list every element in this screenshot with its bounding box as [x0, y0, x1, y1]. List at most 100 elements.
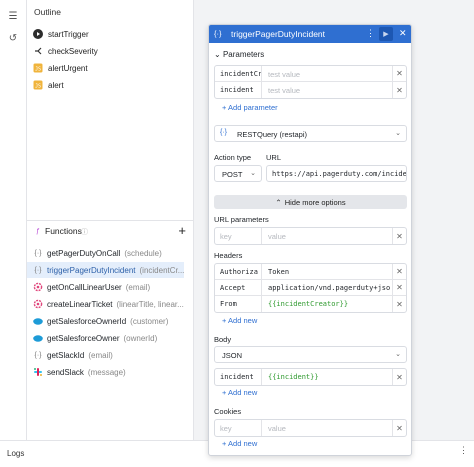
- outline-item-label: alertUrgent: [48, 63, 88, 73]
- chevron-down-icon: ⌄: [395, 351, 401, 358]
- action-type-label: Action type: [214, 153, 252, 162]
- outline-item-checkseverity[interactable]: checkSeverity: [33, 44, 98, 58]
- gear-icon: [33, 282, 43, 292]
- functions-title: Functions: [45, 226, 82, 236]
- function-item-triggerpagerdutyincident[interactable]: {·} triggerPagerDutyIncident (incidentCr.…: [27, 262, 184, 278]
- braces-icon: {·}: [34, 266, 42, 274]
- outline-title: Outline: [34, 7, 61, 17]
- table-row: Authoriza Token ✕: [215, 264, 406, 280]
- resize-handle-icon[interactable]: ⋮: [459, 445, 468, 456]
- close-icon[interactable]: ✕: [399, 28, 407, 39]
- outline-panel: Outline startTrigger checkSeverity JS al…: [27, 0, 194, 440]
- parameter-test-value-input[interactable]: test value: [262, 66, 392, 81]
- history-icon[interactable]: ↺: [7, 32, 19, 44]
- salesforce-icon: [33, 316, 43, 326]
- cookie-value-input[interactable]: value: [262, 420, 392, 436]
- remove-row-icon[interactable]: ✕: [392, 66, 406, 81]
- add-function-button[interactable]: +: [178, 223, 186, 238]
- remove-row-icon[interactable]: ✕: [392, 280, 406, 295]
- action-type-select[interactable]: POST ⌄: [214, 165, 262, 182]
- header-value-input[interactable]: application/vnd.pagerduty+jso: [262, 280, 392, 295]
- header-value-input[interactable]: Token: [262, 264, 392, 279]
- remove-row-icon[interactable]: ✕: [392, 264, 406, 279]
- outline-item-starttrigger[interactable]: startTrigger: [33, 27, 89, 41]
- run-button[interactable]: ▶: [379, 27, 393, 41]
- remove-row-icon[interactable]: ✕: [392, 228, 406, 244]
- function-item-getoncalllinearuser[interactable]: getOnCallLinearUser (email): [27, 279, 184, 295]
- add-header-button[interactable]: + Add new: [222, 316, 257, 325]
- body-label: Body: [214, 335, 232, 344]
- cookie-key-input[interactable]: key: [215, 420, 262, 436]
- table-row: key value ✕: [215, 228, 406, 244]
- functions-header: ƒ Functions ⓘ +: [27, 220, 194, 240]
- braces-icon: {·}: [34, 351, 42, 359]
- outline-item-alerturgent[interactable]: JS alertUrgent: [33, 61, 88, 75]
- outline-item-label: startTrigger: [48, 29, 89, 39]
- parameter-name-input[interactable]: incidentCr: [215, 66, 262, 81]
- chevron-up-icon: ⌃: [275, 197, 282, 207]
- function-item-getsalesforceownerid[interactable]: getSalesforceOwnerId (customer): [27, 313, 184, 329]
- headers-table: Authoriza Token ✕ Accept application/vnd…: [214, 263, 407, 313]
- remove-row-icon[interactable]: ✕: [392, 420, 406, 436]
- url-param-key-input[interactable]: key: [215, 228, 262, 244]
- url-input[interactable]: https://api.pagerduty.com/incidents: [266, 165, 407, 182]
- panel-header: {·} triggerPagerDutyIncident ⋮ ▶ ✕: [209, 25, 411, 43]
- resource-select[interactable]: {·} RESTQuery (restapi) ⌄: [214, 125, 407, 142]
- parameters-table: incidentCr test value ✕ incident test va…: [214, 65, 407, 99]
- script-icon: JS: [33, 80, 43, 90]
- parameter-test-value-input[interactable]: test value: [262, 82, 392, 98]
- chevron-down-icon: ⌄: [395, 130, 401, 137]
- outline-item-label: checkSeverity: [48, 46, 98, 56]
- url-param-value-input[interactable]: value: [262, 228, 392, 244]
- function-item-createlinearticket[interactable]: createLinearTicket (linearTitle, linear..…: [27, 296, 184, 312]
- function-icon: ƒ: [36, 227, 40, 235]
- body-table: incident {{incident}} ✕: [214, 368, 407, 386]
- add-parameter-button[interactable]: + Add parameter: [222, 103, 278, 112]
- menu-icon[interactable]: ☰: [7, 10, 19, 22]
- parameters-section-header[interactable]: ⌄ Parameters: [214, 50, 264, 59]
- left-rail: ☰ ↺: [0, 0, 27, 440]
- braces-icon: {·}: [220, 129, 228, 136]
- logs-tab[interactable]: Logs: [7, 449, 24, 458]
- parameter-name-input[interactable]: incident: [215, 82, 262, 98]
- url-label: URL: [266, 153, 282, 162]
- script-icon: JS: [33, 63, 43, 73]
- body-type-select[interactable]: JSON ⌄: [214, 346, 407, 363]
- add-body-row-button[interactable]: + Add new: [222, 388, 257, 397]
- svg-text:JS: JS: [35, 67, 41, 73]
- gear-icon: [33, 299, 43, 309]
- table-row: Accept application/vnd.pagerduty+jso ✕: [215, 280, 406, 296]
- header-key-input[interactable]: Authoriza: [215, 264, 262, 279]
- table-row: incidentCr test value ✕: [215, 66, 406, 82]
- outline-item-alert[interactable]: JS alert: [33, 78, 64, 92]
- hide-more-options-button[interactable]: ⌃ Hide more options: [214, 195, 407, 209]
- branch-icon: [33, 46, 43, 56]
- cookies-label: Cookies: [214, 407, 242, 416]
- remove-row-icon[interactable]: ✕: [392, 369, 406, 385]
- table-row: From {{incidentCreator}} ✕: [215, 296, 406, 312]
- url-parameters-table: key value ✕: [214, 227, 407, 245]
- info-icon[interactable]: ⓘ: [81, 227, 88, 237]
- outline-item-label: alert: [48, 80, 64, 90]
- body-key-input[interactable]: incident: [215, 369, 262, 385]
- url-parameters-label: URL parameters: [214, 215, 269, 224]
- svg-text:JS: JS: [35, 84, 41, 90]
- function-item-getpagerdutyoncall[interactable]: {·} getPagerDutyOnCall (schedule): [27, 245, 184, 261]
- header-value-input[interactable]: {{incidentCreator}}: [262, 296, 392, 312]
- table-row: incident test value ✕: [215, 82, 406, 98]
- function-item-sendslack[interactable]: sendSlack (message): [27, 364, 184, 380]
- remove-row-icon[interactable]: ✕: [392, 296, 406, 312]
- header-key-input[interactable]: Accept: [215, 280, 262, 295]
- add-cookie-button[interactable]: + Add new: [222, 439, 257, 448]
- headers-label: Headers: [214, 251, 243, 260]
- function-item-getsalesforceowner[interactable]: getSalesforceOwner (ownerId): [27, 330, 184, 346]
- cookies-table: key value ✕: [214, 419, 407, 437]
- braces-icon: {·}: [214, 29, 222, 38]
- play-circle-icon: [33, 29, 43, 39]
- remove-row-icon[interactable]: ✕: [392, 82, 406, 98]
- header-key-input[interactable]: From: [215, 296, 262, 312]
- function-item-getslackid[interactable]: {·} getSlackId (email): [27, 347, 184, 363]
- body-value-input[interactable]: {{incident}}: [262, 369, 392, 385]
- panel-title: triggerPagerDutyIncident: [231, 29, 326, 39]
- more-options-icon[interactable]: ⋮: [366, 28, 375, 39]
